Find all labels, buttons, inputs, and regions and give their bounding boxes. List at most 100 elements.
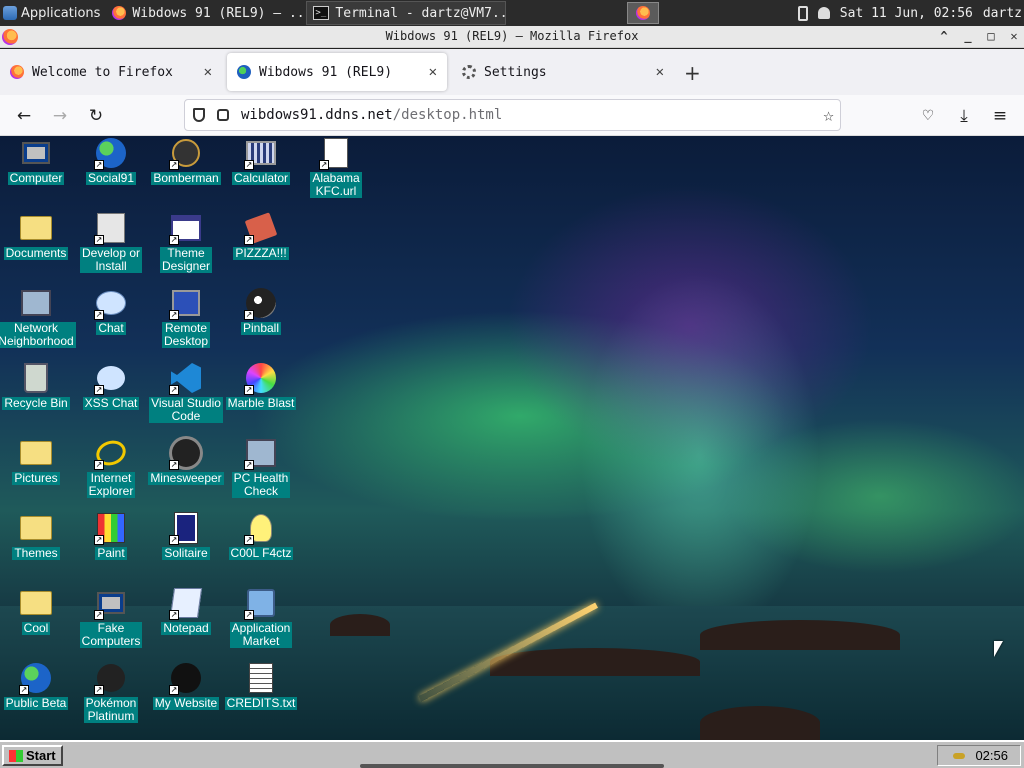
taskbar-button-terminal[interactable]: >_ Terminal - dartz@VM7... bbox=[306, 1, 507, 25]
desktop-icon[interactable]: ↗ Develop or Install bbox=[74, 211, 148, 273]
close-window-button[interactable]: ✕ bbox=[1006, 28, 1022, 44]
tracking-protection-icon[interactable] bbox=[193, 108, 205, 122]
desktop-icon-label: C00L F4ctz bbox=[228, 546, 294, 560]
desktop-icon[interactable]: ↗ Fake Computers bbox=[74, 586, 148, 648]
close-tab-icon[interactable]: ✕ bbox=[204, 64, 212, 80]
minimize-button[interactable]: _ bbox=[960, 28, 976, 44]
new-tab-button[interactable]: + bbox=[684, 63, 701, 83]
desktop-icon[interactable]: ↗ Social91 bbox=[74, 136, 148, 185]
firefox-icon bbox=[112, 6, 127, 20]
tab-wibdows-91[interactable]: Wibdows 91 (REL9) ✕ bbox=[227, 53, 447, 91]
desktop-icon[interactable]: ↗ Chat bbox=[74, 286, 148, 335]
desktop-icon-label: PIZZZA!!! bbox=[233, 246, 289, 260]
close-tab-icon[interactable]: ✕ bbox=[429, 64, 437, 80]
desktop-icon[interactable]: ↗ Public Beta bbox=[0, 661, 73, 710]
warning-chat-icon: ↗ bbox=[94, 361, 128, 395]
computer-icon-glyph bbox=[22, 142, 50, 164]
start-button[interactable]: Start bbox=[2, 745, 63, 766]
desktop-icon-label: Cool bbox=[21, 621, 51, 635]
desktop-icon[interactable]: ↗ Alabama KFC.url bbox=[299, 136, 373, 198]
tab-welcome-to-firefox[interactable]: Welcome to Firefox ✕ bbox=[0, 53, 222, 91]
window-titlebar[interactable]: Wibdows 91 (REL9) — Mozilla Firefox ^ _ … bbox=[0, 26, 1024, 48]
app-menu-icon[interactable]: ≡ bbox=[989, 105, 1011, 127]
desktop-icon[interactable]: ↗ C00L F4ctz bbox=[224, 511, 298, 560]
desktop-icon[interactable]: ↗ Remote Desktop bbox=[149, 286, 223, 348]
wibdows-desktop[interactable]: Computer ↗ Social91 ↗ Bomberman ↗ Calculator ↗ A… bbox=[0, 136, 1024, 740]
desktop-icon-label: Solitaire bbox=[162, 546, 210, 560]
desktop-icon[interactable]: ↗ Pinball bbox=[224, 286, 298, 335]
taskbar-button-label: Terminal - dartz@VM7... bbox=[335, 5, 507, 21]
horizontal-scrollbar[interactable] bbox=[360, 764, 664, 768]
internet-shortcut-icon: ↗ bbox=[319, 136, 353, 170]
shortcut-arrow-icon: ↗ bbox=[244, 160, 254, 170]
desktop-icon[interactable]: ↗ Visual Studio Code bbox=[149, 361, 223, 423]
desktop-icon[interactable]: ↗ Theme Designer bbox=[149, 211, 223, 273]
desktop-icon[interactable]: Recycle Bin bbox=[0, 361, 73, 410]
desktop-icon[interactable]: ↗ Bomberman bbox=[149, 136, 223, 185]
system-clock[interactable]: Sat 11 Jun, 02:56 bbox=[840, 6, 973, 21]
desktop-icon[interactable]: ↗ PC Health Check bbox=[224, 436, 298, 498]
tab-settings[interactable]: Settings ✕ bbox=[452, 53, 674, 91]
window-keep-above-button[interactable]: ^ bbox=[936, 28, 952, 44]
desktop-icon[interactable]: Pictures bbox=[0, 436, 73, 485]
desktop-icon[interactable]: ↗ Minesweeper bbox=[148, 436, 224, 485]
shortcut-arrow-icon: ↗ bbox=[94, 160, 104, 170]
desktop-icon[interactable]: ↗ XSS Chat bbox=[74, 361, 148, 410]
desktop-icon[interactable]: ↗ My Website bbox=[149, 661, 223, 710]
desktop-icon-label: Remote Desktop bbox=[161, 321, 211, 348]
computer-icon: ↗ bbox=[94, 586, 128, 620]
bookmark-star-icon[interactable]: ☆ bbox=[823, 105, 834, 126]
shortcut-arrow-icon: ↗ bbox=[244, 610, 254, 620]
desktop-icon-label: Calculator bbox=[231, 171, 291, 185]
desktop-icon[interactable]: ↗ Solitaire bbox=[149, 511, 223, 560]
desktop-icon[interactable]: Themes bbox=[0, 511, 73, 560]
maximize-button[interactable]: □ bbox=[983, 28, 999, 44]
forward-button[interactable]: → bbox=[49, 105, 71, 127]
computer-icon bbox=[19, 136, 53, 170]
url-bar[interactable]: wibdows91.ddns.net/desktop.html ☆ bbox=[184, 99, 841, 131]
desktop-icon[interactable]: ↗ PIZZZA!!! bbox=[224, 211, 298, 260]
workspace-switcher[interactable] bbox=[627, 2, 659, 24]
shortcut-arrow-icon: ↗ bbox=[169, 385, 179, 395]
mouse-cursor-icon bbox=[994, 641, 1003, 657]
battery-icon[interactable] bbox=[797, 5, 808, 21]
wallpaper-island bbox=[330, 614, 390, 636]
back-button[interactable]: ← bbox=[13, 105, 35, 127]
desktop-icon[interactable]: ↗ Internet Explorer bbox=[74, 436, 148, 498]
close-tab-icon[interactable]: ✕ bbox=[656, 64, 664, 80]
pocket-icon[interactable]: ♡ bbox=[917, 105, 939, 127]
8ball-icon: ↗ bbox=[244, 286, 278, 320]
downloads-icon[interactable]: ⤓ bbox=[953, 105, 975, 127]
desktop-icon[interactable]: ↗ Notepad bbox=[149, 586, 223, 635]
folder-icon bbox=[19, 511, 53, 545]
desktop-icon[interactable]: Cool bbox=[0, 586, 73, 635]
wibdows-clock[interactable]: 02:56 bbox=[975, 748, 1008, 763]
shortcut-arrow-icon: ↗ bbox=[244, 460, 254, 470]
desktop-icon-label: Pokémon Platinum bbox=[83, 696, 139, 723]
desktop-icon-label: Alabama KFC.url bbox=[310, 171, 362, 198]
desktop-icon[interactable]: Computer bbox=[0, 136, 73, 185]
desktop-icon[interactable]: Network Neighborhood bbox=[0, 286, 76, 348]
taskbar-button-firefox[interactable]: Wibdows 91 (REL9) — ... bbox=[106, 1, 306, 25]
folder-icon bbox=[19, 211, 53, 245]
desktop-icon[interactable]: ↗ Marble Blast bbox=[224, 361, 298, 410]
firefox-icon bbox=[636, 6, 650, 20]
desktop-icon[interactable]: ↗ Pokémon Platinum bbox=[74, 661, 148, 723]
desktop-icon[interactable]: Documents bbox=[0, 211, 73, 260]
shopping-bag-icon: ↗ bbox=[244, 586, 278, 620]
desktop-icon[interactable]: CREDITS.txt bbox=[224, 661, 298, 710]
reload-button[interactable]: ↻ bbox=[85, 105, 107, 127]
notification-bell-icon[interactable] bbox=[817, 7, 830, 19]
text-file-icon bbox=[244, 661, 278, 695]
desktop-icon[interactable]: ↗ Paint bbox=[74, 511, 148, 560]
key-icon[interactable] bbox=[953, 752, 966, 759]
user-menu[interactable]: dartz bbox=[983, 6, 1022, 21]
desktop-icon[interactable]: ↗ Application Market bbox=[224, 586, 298, 648]
windows-flag-icon bbox=[9, 749, 23, 762]
site-info-icon[interactable] bbox=[217, 109, 229, 121]
shortcut-arrow-icon: ↗ bbox=[244, 385, 254, 395]
mine-icon: ↗ bbox=[169, 436, 203, 470]
applications-menu[interactable]: Applications bbox=[0, 0, 106, 26]
desktop-icon[interactable]: ↗ Calculator bbox=[224, 136, 298, 185]
xfce-logo-icon bbox=[3, 6, 17, 20]
